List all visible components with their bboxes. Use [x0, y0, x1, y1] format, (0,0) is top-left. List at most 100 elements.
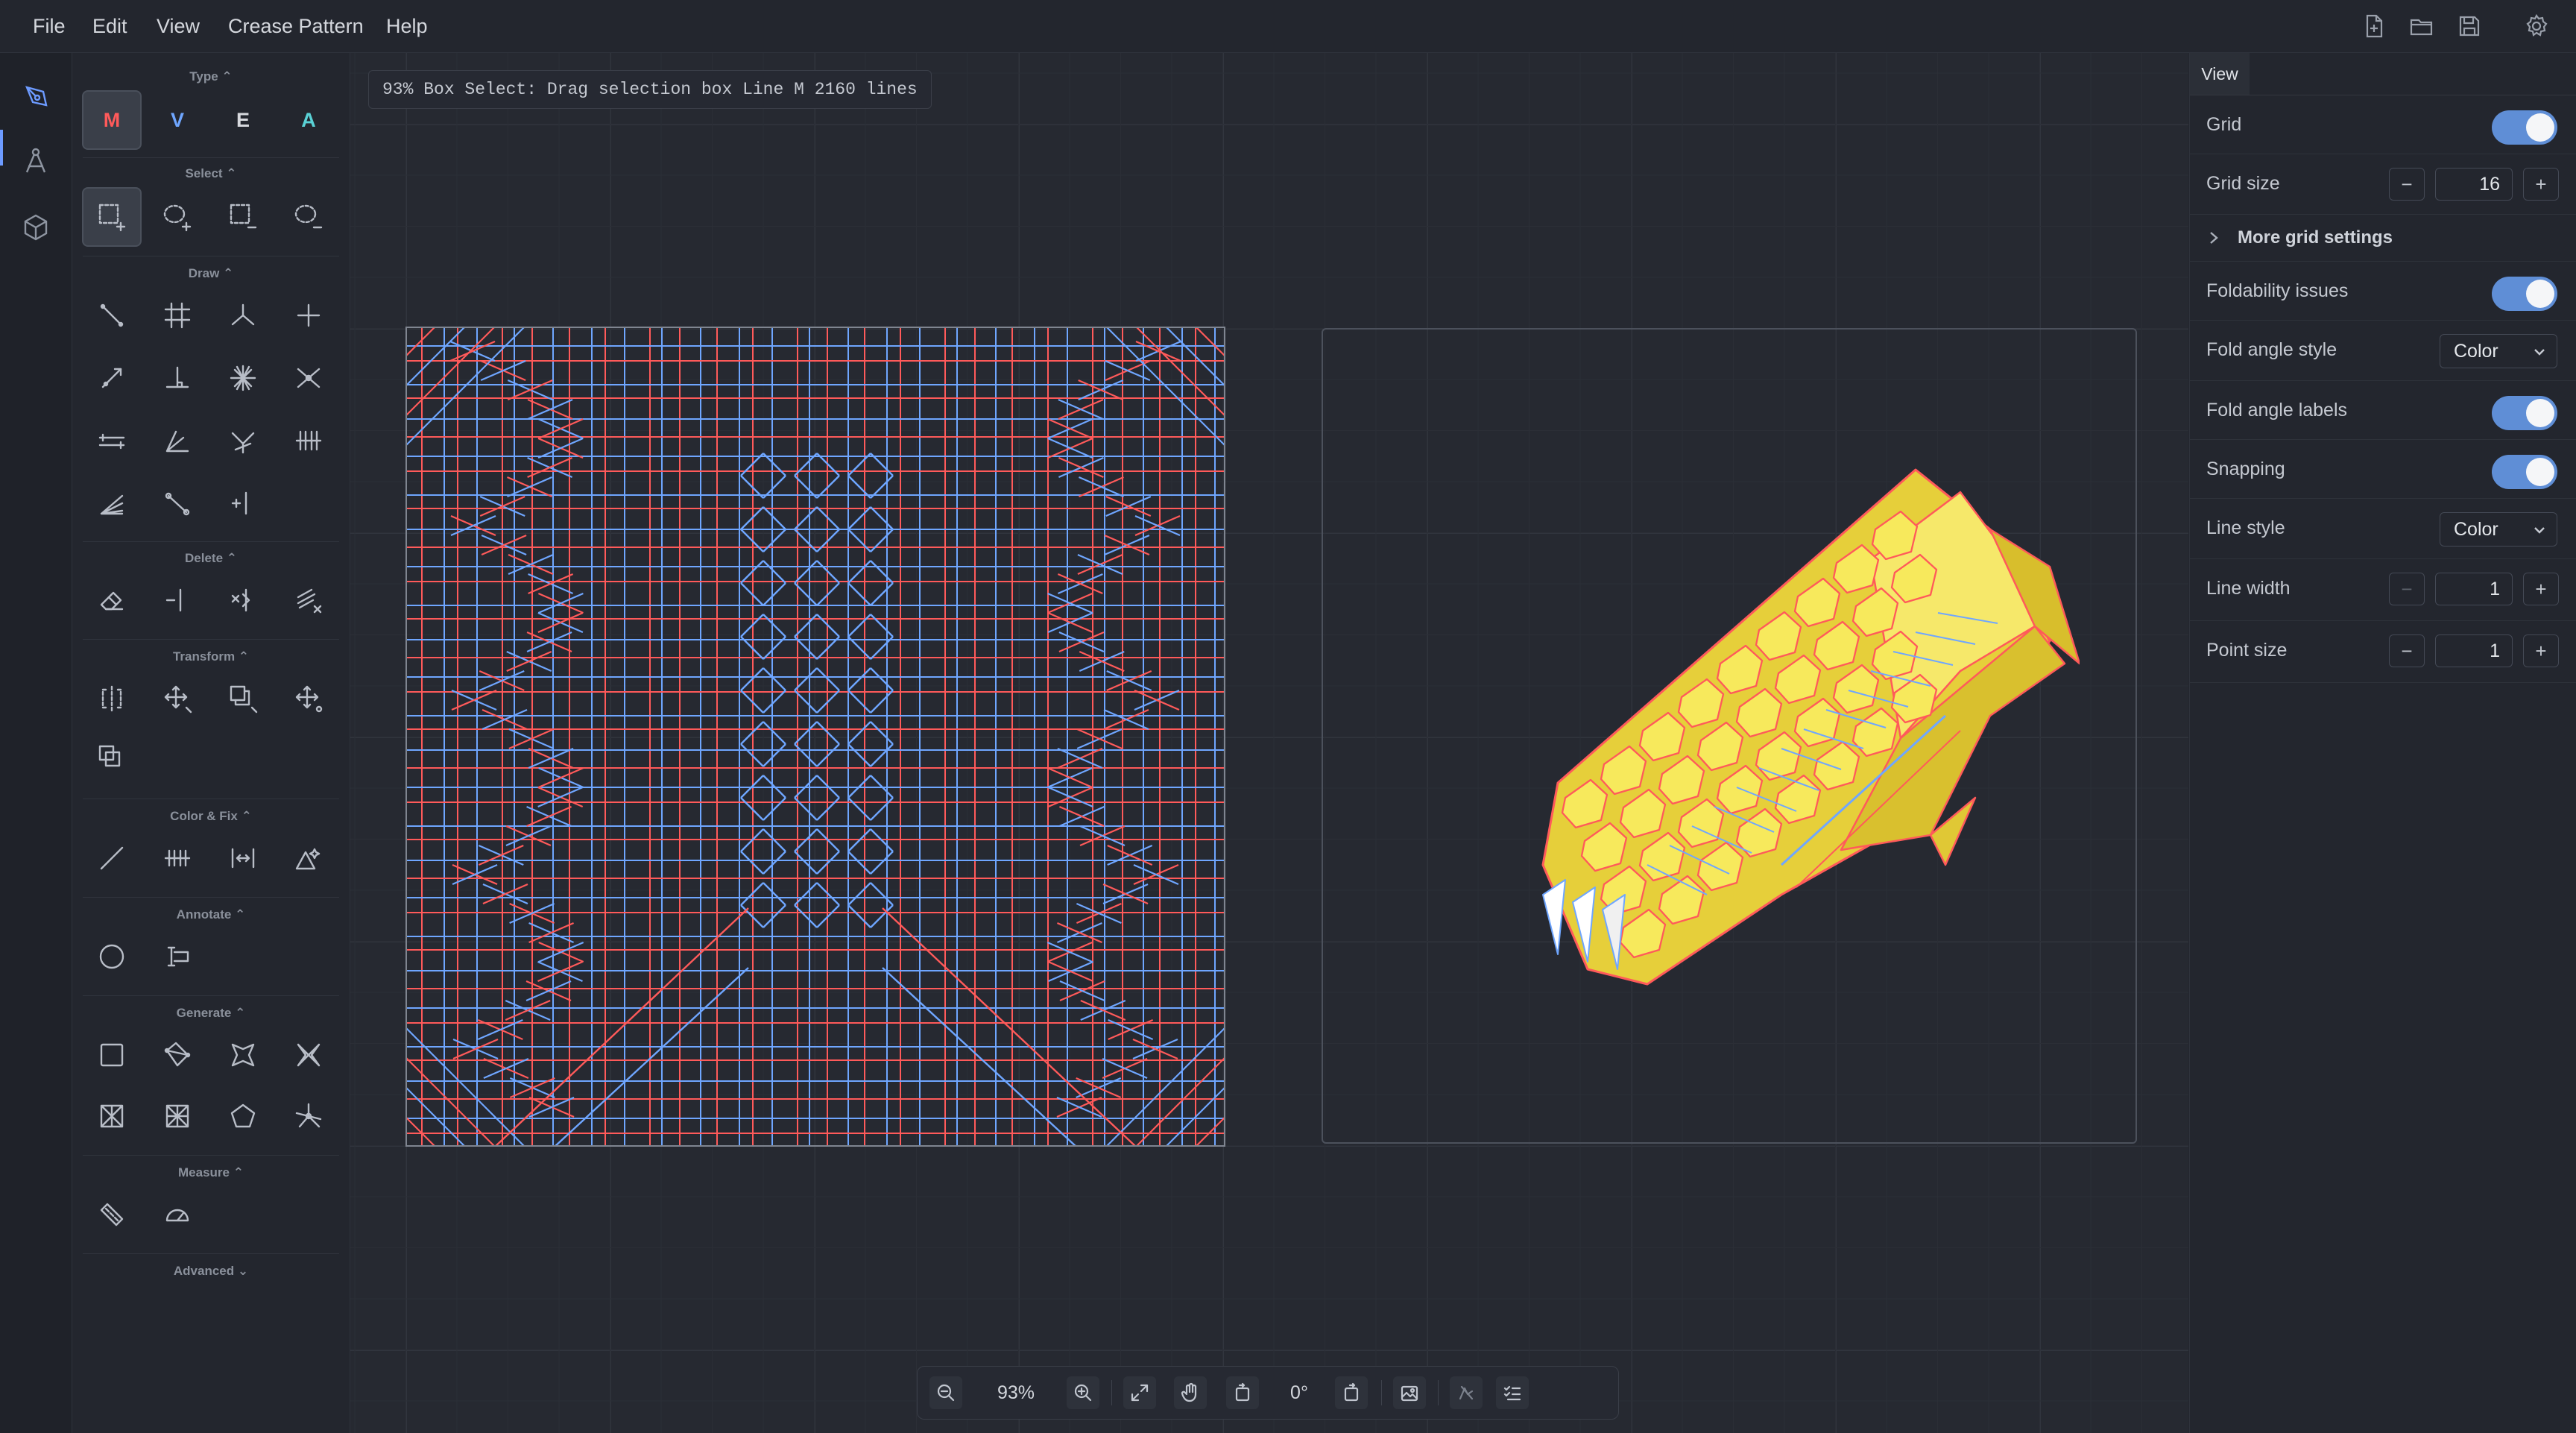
circle-icon[interactable]: [82, 927, 142, 986]
toggle-knob: [2526, 399, 2554, 427]
draw-perpendicular-icon[interactable]: [148, 348, 207, 408]
save-icon[interactable]: [2457, 13, 2482, 39]
draw-cross-icon[interactable]: [279, 286, 338, 345]
rotate-left-icon[interactable]: [1226, 1376, 1259, 1409]
square-base-icon[interactable]: [82, 1025, 142, 1085]
draw-symmetry-icon[interactable]: [213, 411, 273, 470]
grid-size-decrement[interactable]: −: [2389, 168, 2425, 201]
text-label-icon[interactable]: [148, 927, 207, 986]
box-select-remove-icon[interactable]: [213, 187, 273, 247]
grid-toggle[interactable]: [2492, 110, 2557, 145]
zoom-out-icon[interactable]: [929, 1376, 962, 1409]
star-base-icon[interactable]: [279, 1086, 338, 1146]
lasso-select-add-icon[interactable]: [148, 187, 207, 247]
line-width-input[interactable]: 1: [2435, 573, 2513, 605]
flip-icon[interactable]: [82, 669, 142, 728]
type-mountain-button[interactable]: M: [82, 90, 142, 150]
fix-lines-icon[interactable]: [148, 828, 207, 888]
draw-radial-icon[interactable]: [213, 348, 273, 408]
fold-check-icon[interactable]: [1450, 1376, 1483, 1409]
duplicate-icon[interactable]: [82, 728, 142, 788]
draw-fan-icon[interactable]: [82, 473, 142, 533]
fit-screen-icon[interactable]: [1123, 1376, 1156, 1409]
draw-add-point-icon[interactable]: [213, 473, 273, 533]
point-size-increment[interactable]: +: [2523, 634, 2559, 667]
section-measure[interactable]: Measure ⌃: [72, 1165, 350, 1180]
copy-icon[interactable]: [213, 669, 273, 728]
bird-base-icon[interactable]: [213, 1025, 273, 1085]
point-size-decrement[interactable]: −: [2389, 634, 2425, 667]
box-select-add-icon[interactable]: [82, 187, 142, 247]
export-image-icon[interactable]: [1393, 1376, 1426, 1409]
menu-crease-pattern[interactable]: Crease Pattern: [228, 0, 364, 52]
checklist-icon[interactable]: [1496, 1376, 1529, 1409]
delete-point-icon[interactable]: [148, 570, 207, 630]
section-advanced[interactable]: Advanced ⌄: [72, 1264, 350, 1279]
compass-icon[interactable]: [16, 142, 55, 181]
pan-hand-icon[interactable]: [1174, 1376, 1207, 1409]
section-delete[interactable]: Delete ⌃: [72, 551, 350, 566]
kite-base-icon[interactable]: [148, 1025, 207, 1085]
draw-segment-icon[interactable]: [82, 286, 142, 345]
rotate-right-icon[interactable]: [1335, 1376, 1368, 1409]
tab-view[interactable]: View: [2190, 53, 2250, 95]
section-type[interactable]: Type ⌃: [72, 69, 350, 84]
lasso-select-remove-icon[interactable]: [279, 187, 338, 247]
zoom-in-icon[interactable]: [1067, 1376, 1099, 1409]
draw-angle-bisector-icon[interactable]: [148, 411, 207, 470]
type-edge-button[interactable]: E: [213, 90, 273, 150]
menu-edit[interactable]: Edit: [92, 0, 127, 52]
change-color-icon[interactable]: [82, 828, 142, 888]
draw-rabbit-ear-icon[interactable]: [213, 286, 273, 345]
grid-size-input[interactable]: 16: [2435, 168, 2513, 201]
auto-fix-icon[interactable]: [279, 828, 338, 888]
fold-angle-style-select[interactable]: Color: [2440, 334, 2557, 368]
line-style-select[interactable]: Color: [2440, 512, 2557, 547]
open-folder-icon[interactable]: [2409, 13, 2434, 39]
type-valley-button[interactable]: V: [148, 90, 207, 150]
frog-base-icon[interactable]: [279, 1025, 338, 1085]
waterbomb-base-icon[interactable]: [82, 1086, 142, 1146]
folded-model[interactable]: [1513, 447, 2080, 999]
eraser-icon[interactable]: [82, 570, 142, 630]
point-size-input[interactable]: 1: [2435, 634, 2513, 667]
type-aux-button[interactable]: A: [279, 90, 338, 150]
draw-division-icon[interactable]: [279, 411, 338, 470]
menu-file[interactable]: File: [33, 0, 66, 52]
section-annotate[interactable]: Annotate ⌃: [72, 907, 350, 922]
delete-lines-icon[interactable]: [279, 570, 338, 630]
move-points-icon[interactable]: [279, 669, 338, 728]
menu-view[interactable]: View: [157, 0, 200, 52]
delete-crossing-icon[interactable]: [213, 570, 273, 630]
line-width-decrement[interactable]: −: [2389, 573, 2425, 605]
snapping-toggle[interactable]: [2492, 455, 2557, 489]
crease-line: [554, 967, 749, 1147]
align-width-icon[interactable]: [213, 828, 273, 888]
more-grid-settings[interactable]: More grid settings: [2190, 215, 2576, 262]
section-color-fix[interactable]: Color & Fix ⌃: [72, 809, 350, 824]
draw-line-to-point-icon[interactable]: [148, 473, 207, 533]
section-generate[interactable]: Generate ⌃: [72, 1006, 350, 1021]
draw-grid-lines-icon[interactable]: [148, 286, 207, 345]
draw-intersect-icon[interactable]: [279, 348, 338, 408]
section-draw[interactable]: Draw ⌃: [72, 266, 350, 281]
move-icon[interactable]: [148, 669, 207, 728]
draw-parallel-icon[interactable]: [82, 411, 142, 470]
cube-3d-icon[interactable]: [16, 208, 55, 247]
new-file-icon[interactable]: [2361, 13, 2387, 39]
grid-size-increment[interactable]: +: [2523, 168, 2559, 201]
pen-tool-icon[interactable]: [16, 77, 55, 116]
foldability-toggle[interactable]: [2492, 277, 2557, 311]
tessellation-icon[interactable]: [148, 1086, 207, 1146]
pentagon-icon[interactable]: [213, 1086, 273, 1146]
section-transform[interactable]: Transform ⌃: [72, 649, 350, 664]
fold-angle-labels-toggle[interactable]: [2492, 396, 2557, 430]
section-select[interactable]: Select ⌃: [72, 166, 350, 181]
crease-pattern[interactable]: [405, 327, 1225, 1147]
ruler-icon[interactable]: [82, 1185, 142, 1244]
protractor-icon[interactable]: [148, 1185, 207, 1244]
menu-help[interactable]: Help: [386, 0, 428, 52]
draw-extend-icon[interactable]: [82, 348, 142, 408]
line-width-increment[interactable]: +: [2523, 573, 2559, 605]
settings-gear-icon[interactable]: [2524, 13, 2549, 39]
